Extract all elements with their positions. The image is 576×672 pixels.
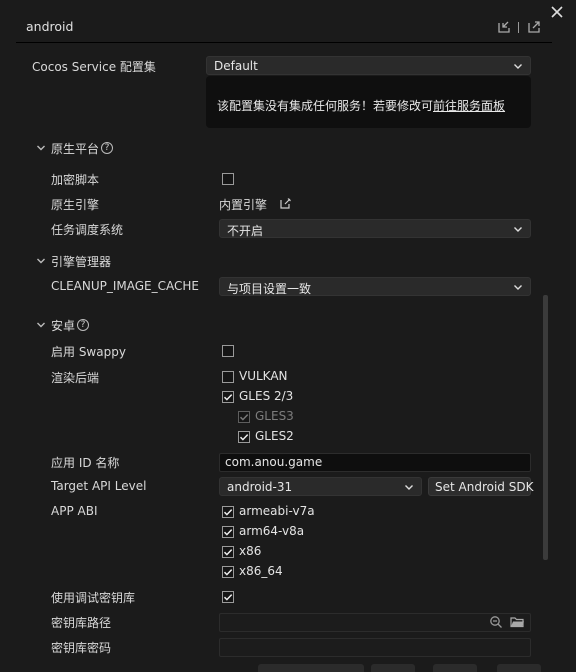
app-id-value: com.anou.game: [225, 455, 323, 469]
vulkan-checkbox[interactable]: [222, 371, 234, 383]
gles23-checkbox[interactable]: [222, 391, 234, 403]
debug-keystore-checkbox[interactable]: [222, 591, 234, 603]
cocos-service-value: Default: [214, 59, 258, 73]
section-native-platform[interactable]: 原生平台: [51, 140, 99, 157]
scheduler-value: 不开启: [227, 224, 264, 238]
keystore-path-input[interactable]: [219, 613, 531, 632]
app-id-label: 应用 ID 名称: [51, 456, 120, 470]
gles23-label: GLES 2/3: [239, 389, 294, 403]
abi-armeabi-v7a-label: armeabi-v7a: [239, 504, 315, 518]
cocos-service-select[interactable]: Default: [206, 56, 531, 75]
app-abi-label: APP ABI: [51, 504, 98, 518]
debug-keystore-label: 使用调试密钥库: [51, 591, 136, 605]
keystore-path-label: 密钥库路径: [51, 616, 112, 630]
render-backend-label: 渲染后端: [51, 371, 100, 385]
keystore-password-input[interactable]: [219, 638, 531, 657]
chevron-down-icon[interactable]: [35, 319, 47, 331]
native-engine-label: 原生引擎: [51, 198, 100, 212]
edit-icon[interactable]: [279, 197, 292, 210]
gles2-checkbox[interactable]: [238, 431, 250, 443]
export-icon[interactable]: [497, 20, 511, 34]
encrypt-script-checkbox[interactable]: [222, 173, 234, 185]
chevron-down-icon: [514, 227, 522, 232]
cleanup-image-cache-select[interactable]: 与项目设置一致: [219, 277, 531, 296]
chevron-down-icon: [514, 64, 522, 69]
close-icon[interactable]: [550, 5, 564, 19]
swappy-checkbox[interactable]: [222, 345, 234, 357]
gles3-label: GLES3: [255, 409, 294, 423]
footer-button[interactable]: [371, 664, 415, 672]
help-icon[interactable]: ?: [101, 142, 113, 154]
service-message: 该配置集没有集成任何服务！若要修改可: [217, 99, 434, 113]
abi-x86-checkbox[interactable]: [222, 546, 234, 558]
swappy-label: 启用 Swappy: [51, 345, 126, 359]
abi-x86-64-checkbox[interactable]: [222, 566, 234, 578]
chevron-down-icon: [514, 285, 522, 290]
chevron-down-icon[interactable]: [35, 142, 47, 154]
gles2-label: GLES2: [255, 429, 294, 443]
vulkan-label: VULKAN: [239, 369, 288, 383]
chevron-down-icon[interactable]: [35, 255, 47, 267]
target-api-select[interactable]: android-31: [219, 477, 422, 496]
abi-x86-64-label: x86_64: [239, 564, 283, 578]
target-api-label: Target API Level: [51, 479, 147, 493]
build-panel: android Cocos Service 配置集 Default 该配置集没有…: [0, 0, 576, 672]
open-external-icon[interactable]: [527, 20, 541, 34]
section-android[interactable]: 安卓: [51, 317, 75, 334]
scheduler-label: 任务调度系统: [51, 223, 124, 237]
folder-icon[interactable]: [510, 615, 525, 629]
abi-x86-label: x86: [239, 544, 262, 558]
footer-button[interactable]: [258, 664, 364, 672]
abi-arm64-v8a-checkbox[interactable]: [222, 526, 234, 538]
help-icon[interactable]: ?: [77, 319, 89, 331]
footer-button[interactable]: [433, 664, 477, 672]
header-divider: [16, 42, 552, 43]
set-android-sdk-button[interactable]: Set Android SDK: [428, 477, 533, 496]
scrollbar[interactable]: [543, 295, 548, 560]
encrypt-script-label: 加密脚本: [51, 173, 100, 187]
target-api-value: android-31: [227, 480, 293, 494]
cocos-service-label: Cocos Service 配置集: [32, 60, 156, 74]
cleanup-image-cache-value: 与项目设置一致: [227, 282, 312, 296]
service-info-box: 该配置集没有集成任何服务！若要修改可前往服务面板: [206, 76, 531, 128]
window-title: android: [26, 19, 74, 34]
abi-armeabi-v7a-checkbox[interactable]: [222, 506, 234, 518]
footer-button[interactable]: [497, 664, 541, 672]
section-engine-manager[interactable]: 引擎管理器: [51, 253, 111, 270]
keystore-password-label: 密钥库密码: [51, 641, 112, 655]
chevron-down-icon: [405, 485, 413, 490]
gles3-checkbox: [238, 411, 250, 423]
scheduler-select[interactable]: 不开启: [219, 219, 531, 238]
separator: [518, 22, 519, 33]
service-panel-link[interactable]: 前往服务面板: [433, 99, 505, 113]
search-icon[interactable]: [489, 615, 503, 629]
cleanup-image-cache-label: CLEANUP_IMAGE_CACHE: [51, 279, 199, 293]
app-id-input[interactable]: com.anou.game: [219, 453, 531, 472]
native-engine-value: 内置引擎: [219, 198, 268, 212]
abi-arm64-v8a-label: arm64-v8a: [239, 524, 305, 538]
